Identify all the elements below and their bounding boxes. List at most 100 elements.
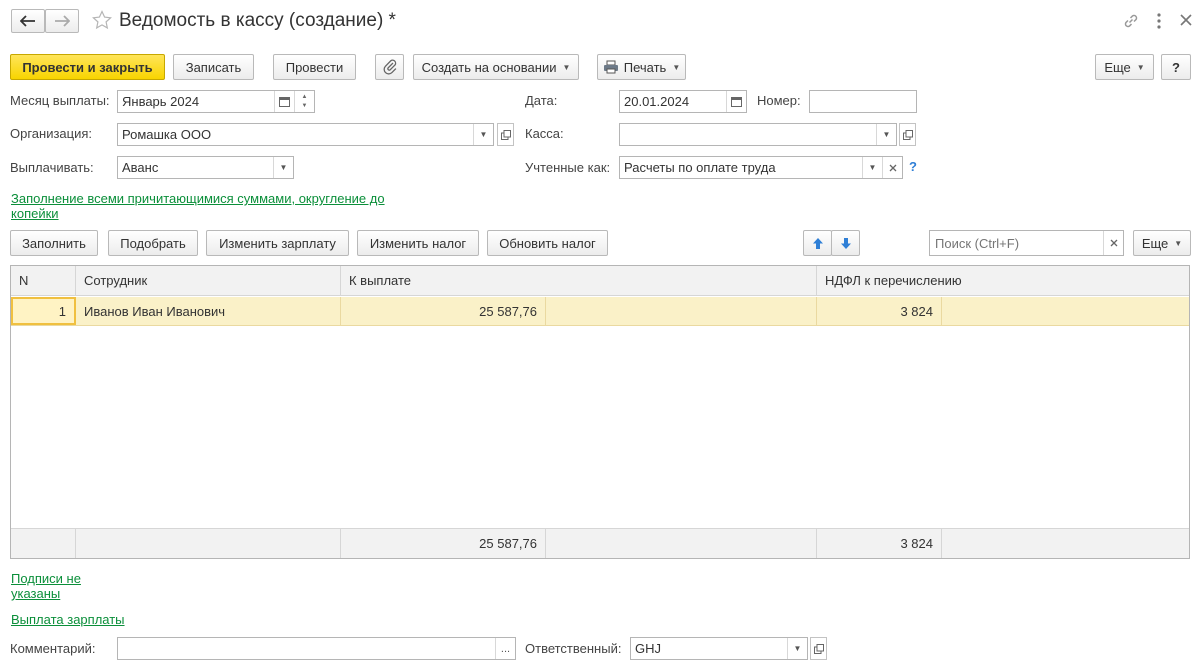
close-icon: [1180, 14, 1192, 26]
number-label: Номер:: [757, 93, 801, 108]
account-help-link[interactable]: ?: [909, 159, 917, 174]
table-row[interactable]: 1 Иванов Иван Иванович 25 587,76 3 824: [11, 297, 1189, 326]
arrow-down-icon: [840, 237, 851, 249]
column-header-n[interactable]: N: [11, 266, 76, 295]
search-input[interactable]: [930, 235, 1103, 251]
create-based-on-button[interactable]: Создать на основании ▼: [413, 54, 579, 80]
paperclip-icon: [383, 59, 396, 75]
account-label: Учтенные как:: [525, 160, 611, 175]
update-tax-button[interactable]: Обновить налог: [487, 230, 608, 256]
spin-up-icon[interactable]: ▲: [302, 93, 308, 102]
pay-dropdown-button[interactable]: ▼: [273, 157, 293, 178]
cash-open-button[interactable]: [899, 123, 916, 146]
account-field[interactable]: Расчеты по оплате труда ▼: [619, 156, 903, 179]
close-button[interactable]: [1178, 12, 1194, 31]
calendar-icon: [731, 97, 742, 107]
account-dropdown-button[interactable]: ▼: [862, 157, 882, 178]
post-button[interactable]: Провести: [273, 54, 356, 80]
cash-dropdown-button[interactable]: ▼: [876, 124, 896, 145]
fill-button[interactable]: Заполнить: [10, 230, 98, 256]
search-clear-button[interactable]: [1103, 231, 1123, 255]
fill-mode-link-line1: Заполнение всеми причитающимися суммами,…: [11, 191, 385, 206]
column-header-ndfl[interactable]: НДФЛ к перечислению: [817, 266, 1189, 295]
responsible-label: Ответственный:: [525, 641, 622, 656]
dropdown-icon: ▼: [562, 62, 571, 72]
page-title: Ведомость в кассу (создание) *: [119, 10, 396, 31]
cell-employee[interactable]: Иванов Иван Иванович: [76, 297, 341, 325]
organization-value: Ромашка ООО: [122, 127, 212, 142]
responsible-field[interactable]: GHJ ▼: [630, 637, 808, 660]
link-button[interactable]: [1122, 12, 1140, 33]
column-header-to-pay[interactable]: К выплате: [341, 266, 817, 295]
dropdown-icon: ▼: [672, 62, 681, 72]
account-value: Расчеты по оплате труда: [624, 160, 776, 175]
month-label: Месяц выплаты:: [10, 93, 110, 108]
month-field[interactable]: Январь 2024 ▲ ▼: [117, 90, 315, 113]
save-button[interactable]: Записать: [173, 54, 254, 80]
change-salary-button[interactable]: Изменить зарплату: [206, 230, 349, 256]
more-menu-button[interactable]: [1152, 12, 1166, 33]
salary-payment-link[interactable]: Выплата зарплаты: [11, 612, 125, 627]
date-calendar-button[interactable]: [726, 91, 746, 112]
responsible-dropdown-button[interactable]: ▼: [787, 638, 807, 659]
pay-label: Выплачивать:: [10, 160, 94, 175]
signatures-link-line1: Подписи не: [11, 571, 81, 586]
attach-button[interactable]: [375, 54, 404, 80]
post-and-close-button[interactable]: Провести и закрыть: [10, 54, 165, 80]
fill-mode-link-line2: копейки: [11, 206, 59, 221]
month-value: Январь 2024: [122, 94, 200, 109]
cell-n[interactable]: 1: [11, 297, 76, 325]
create-based-on-label: Создать на основании: [421, 59, 557, 75]
move-down-button[interactable]: [831, 230, 860, 256]
spin-down-icon[interactable]: ▼: [302, 102, 308, 111]
cell-spacer: [546, 297, 817, 325]
print-button[interactable]: Печать ▼: [597, 54, 686, 80]
month-spinner[interactable]: ▲ ▼: [294, 91, 314, 112]
fill-mode-link[interactable]: Заполнение всеми причитающимися суммами,…: [11, 191, 385, 221]
signatures-link[interactable]: Подписи не указаны: [11, 571, 81, 601]
change-tax-button[interactable]: Изменить налог: [357, 230, 479, 256]
open-icon: [813, 643, 824, 654]
pay-value: Аванс: [122, 160, 159, 175]
employees-table[interactable]: N Сотрудник К выплате НДФЛ к перечислени…: [10, 265, 1190, 559]
organization-field[interactable]: Ромашка ООО ▼: [117, 123, 494, 146]
account-clear-button[interactable]: [882, 157, 902, 178]
cash-field[interactable]: ▼: [619, 123, 897, 146]
pay-field[interactable]: Аванс ▼: [117, 156, 294, 179]
cell-to-pay[interactable]: 25 587,76: [341, 297, 546, 325]
calendar-button[interactable]: [274, 91, 294, 112]
cell-ndfl[interactable]: 3 824: [817, 297, 942, 325]
date-label: Дата:: [525, 93, 558, 108]
comment-label: Комментарий:: [10, 641, 96, 656]
total-ndfl: 3 824: [817, 529, 942, 558]
number-field[interactable]: [809, 90, 917, 113]
printer-icon: [603, 60, 618, 74]
comment-field[interactable]: ...: [117, 637, 516, 660]
organization-dropdown-button[interactable]: ▼: [473, 124, 493, 145]
date-value: 20.01.2024: [624, 94, 690, 109]
forward-button[interactable]: [45, 9, 79, 33]
table-header: N Сотрудник К выплате НДФЛ к перечислени…: [11, 266, 1189, 296]
move-up-button[interactable]: [803, 230, 832, 256]
print-label: Печать: [623, 59, 667, 75]
back-button[interactable]: [11, 9, 45, 33]
comment-expand-button[interactable]: ...: [495, 638, 515, 659]
responsible-open-button[interactable]: [810, 637, 827, 660]
more-actions-button[interactable]: Еще ▼: [1095, 54, 1154, 80]
clear-icon: [1110, 239, 1117, 247]
favorite-star-button[interactable]: [92, 10, 112, 33]
cash-label: Касса:: [525, 126, 564, 141]
search-field[interactable]: [929, 230, 1124, 256]
clear-icon: [889, 164, 896, 171]
footer-cell-spacer: [546, 529, 817, 558]
date-field[interactable]: 20.01.2024: [619, 90, 747, 113]
help-button[interactable]: ?: [1161, 54, 1191, 80]
dropdown-icon: ▼: [1174, 238, 1183, 248]
organization-open-button[interactable]: [497, 123, 514, 146]
star-icon: [92, 10, 112, 30]
total-to-pay: 25 587,76: [341, 529, 546, 558]
table-more-button[interactable]: Еще ▼: [1133, 230, 1191, 256]
dropdown-icon: ▼: [1136, 62, 1145, 72]
pick-button[interactable]: Подобрать: [108, 230, 198, 256]
column-header-employee[interactable]: Сотрудник: [76, 266, 341, 295]
